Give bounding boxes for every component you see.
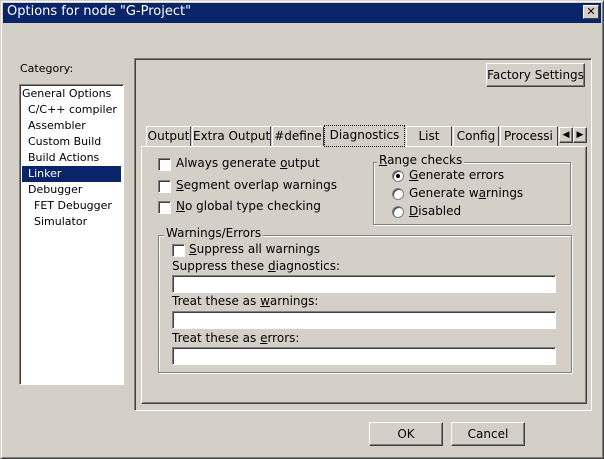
tab-label: List <box>418 129 440 143</box>
category-item-build-actions[interactable]: Build Actions <box>22 150 121 166</box>
factory-settings-label: Factory Settings <box>487 68 584 82</box>
generate-errors-label: Generate errors <box>409 168 505 182</box>
category-item-label: General Options <box>22 87 112 100</box>
suppress-diagnostics-label: Suppress these diagnostics: <box>172 259 341 273</box>
warnings-errors-label: Warnings/Errors <box>164 226 264 240</box>
title-bar[interactable]: Options for node "G-Project" ✕ <box>3 3 601 23</box>
suppress-diagnostics-field[interactable] <box>172 275 556 293</box>
tab-list[interactable]: List <box>406 126 452 146</box>
generate-errors-radio[interactable] <box>392 170 404 182</box>
category-item-label: Linker <box>28 167 62 180</box>
category-item-simulator[interactable]: Simulator <box>22 214 121 230</box>
always-generate-output-checkbox[interactable] <box>158 158 171 171</box>
suppress-all-warnings-checkbox[interactable] <box>172 244 185 257</box>
arrow-left-icon: ◀ <box>562 130 570 140</box>
category-item-custom-build[interactable]: Custom Build <box>22 134 121 150</box>
generate-warnings-radio[interactable] <box>392 188 404 200</box>
category-item-label: Assembler <box>28 119 86 132</box>
category-item-label: Custom Build <box>28 135 102 148</box>
category-item-fet-debugger[interactable]: FET Debugger <box>22 198 121 214</box>
always-generate-output-label: Always generate output <box>176 156 320 170</box>
category-item-label: Simulator <box>34 215 88 228</box>
close-button[interactable]: ✕ <box>583 5 599 19</box>
treat-errors-label: Treat these as errors: <box>172 331 300 345</box>
category-list[interactable]: General Options C/C++ compiler Assembler… <box>19 84 124 385</box>
tab-label: Diagnostics <box>329 128 400 142</box>
tab-label: #define <box>274 129 322 143</box>
no-global-type-label: No global type checking <box>176 199 321 213</box>
category-item-label: Build Actions <box>28 151 100 164</box>
tab-extra-output[interactable]: Extra Output <box>192 126 271 146</box>
generate-warnings-label: Generate warnings <box>409 186 524 200</box>
diagnostics-content: Always generate output Segment overlap w… <box>141 146 587 404</box>
tab-define[interactable]: #define <box>272 126 324 146</box>
tab-config[interactable]: Config <box>453 126 499 146</box>
category-item-label: C/C++ compiler <box>28 103 117 116</box>
factory-settings-button[interactable]: Factory Settings <box>486 63 585 87</box>
category-item-general-options[interactable]: General Options <box>22 86 121 102</box>
segment-overlap-label: Segment overlap warnings <box>176 178 338 192</box>
disabled-label: Disabled <box>409 204 462 218</box>
category-item-cpp-compiler[interactable]: C/C++ compiler <box>22 102 121 118</box>
options-dialog: Options for node "G-Project" ✕ Category:… <box>0 0 604 459</box>
window-title: Options for node "G-Project" <box>7 4 192 19</box>
close-icon: ✕ <box>586 5 596 18</box>
category-item-linker[interactable]: Linker <box>22 166 121 182</box>
tab-label: Extra Output <box>193 129 271 143</box>
treat-errors-field[interactable] <box>172 347 556 365</box>
ok-button[interactable]: OK <box>369 422 443 446</box>
category-item-label: FET Debugger <box>34 199 112 212</box>
no-global-type-checkbox[interactable] <box>158 201 171 214</box>
tab-scroll-right-button[interactable]: ▶ <box>573 127 587 143</box>
category-item-label: Debugger <box>28 183 83 196</box>
disabled-radio[interactable] <box>392 206 404 218</box>
tab-label: Output <box>147 129 190 143</box>
cancel-button[interactable]: Cancel <box>451 422 525 446</box>
cancel-label: Cancel <box>467 427 509 441</box>
category-label: Category: <box>20 62 74 75</box>
tab-label: Processi <box>504 129 553 143</box>
suppress-all-warnings-label: Suppress all warnings <box>189 242 320 256</box>
tab-scroll-left-button[interactable]: ◀ <box>559 127 573 143</box>
tab-processing[interactable]: Processi <box>500 126 558 146</box>
category-item-debugger[interactable]: Debugger <box>22 182 121 198</box>
ok-label: OK <box>397 427 415 441</box>
arrow-right-icon: ▶ <box>576 130 584 140</box>
category-item-assembler[interactable]: Assembler <box>22 118 121 134</box>
tab-output[interactable]: Output <box>146 126 191 146</box>
tab-diagnostics[interactable]: Diagnostics <box>324 125 405 147</box>
tab-label: Config <box>456 129 496 143</box>
segment-overlap-checkbox[interactable] <box>158 180 171 193</box>
treat-warnings-label: Treat these as warnings: <box>172 294 319 308</box>
range-checks-label: Range checks <box>377 153 465 167</box>
treat-warnings-field[interactable] <box>172 311 556 329</box>
